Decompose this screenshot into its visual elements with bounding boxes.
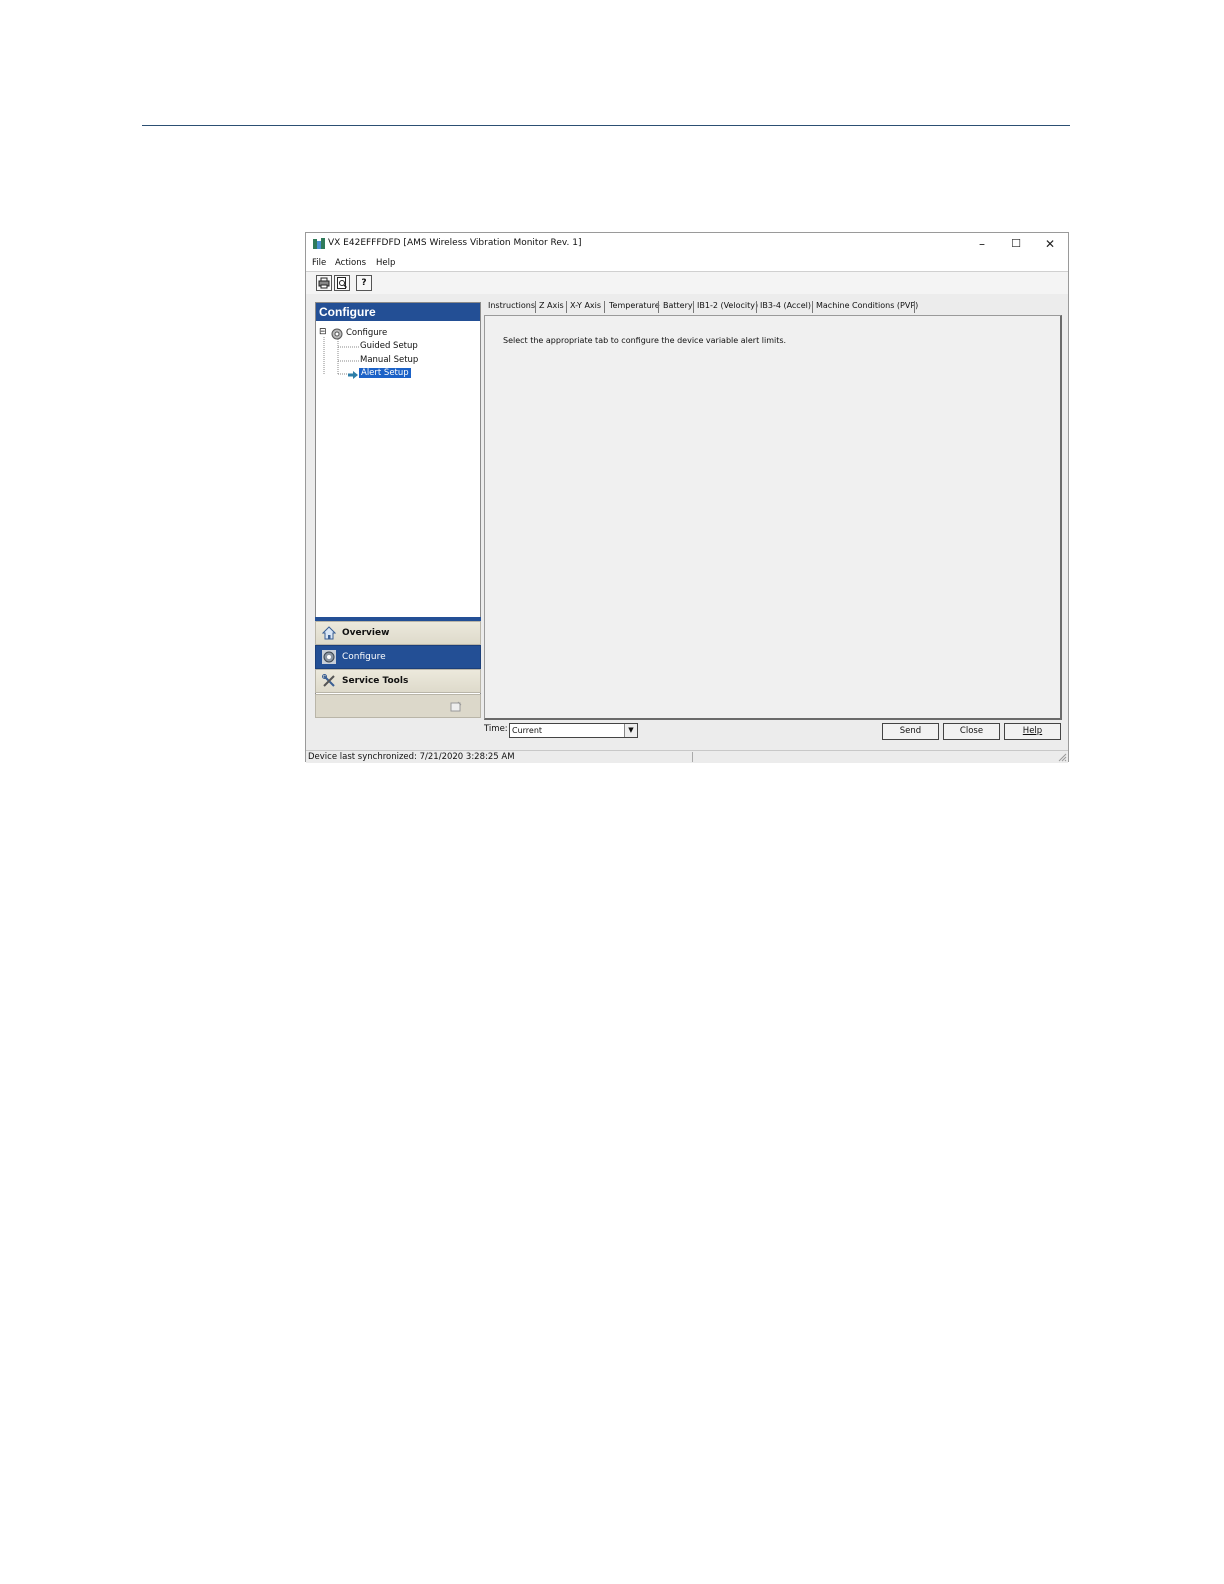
menu-actions[interactable]: Actions bbox=[335, 258, 366, 268]
status-divider bbox=[692, 752, 693, 762]
tab-divider bbox=[566, 301, 567, 313]
resize-grip-icon[interactable] bbox=[1057, 752, 1067, 762]
window-title: VX E42EFFFDFD [AMS Wireless Vibration Mo… bbox=[328, 238, 582, 248]
context-help-icon: ? bbox=[361, 278, 367, 288]
tab-battery[interactable]: Battery bbox=[663, 301, 693, 310]
tab-divider bbox=[693, 301, 694, 313]
tab-instructions[interactable]: Instructions bbox=[488, 301, 535, 310]
close-button[interactable]: Close bbox=[943, 723, 1000, 740]
tab-content-panel: Select the appropriate tab to configure … bbox=[484, 315, 1062, 720]
help-button[interactable]: Help bbox=[1004, 723, 1061, 740]
menu-bar: File Actions Help bbox=[306, 255, 1068, 270]
time-select-value: Current bbox=[512, 726, 543, 735]
toolbar: ? bbox=[306, 271, 1068, 295]
tab-x-y-axis[interactable]: X-Y Axis bbox=[570, 301, 601, 310]
chevron-down-icon[interactable]: ▼ bbox=[624, 724, 637, 737]
nav-overview-button[interactable]: Overview bbox=[315, 621, 481, 645]
tree-expander[interactable]: ⊟ bbox=[319, 327, 327, 337]
gear-icon bbox=[322, 650, 336, 664]
panel-header: Configure bbox=[316, 303, 480, 321]
maximize-button[interactable]: ☐ bbox=[1004, 236, 1028, 252]
nav-service-tools-label: Service Tools bbox=[342, 676, 409, 686]
print-preview-button[interactable] bbox=[334, 275, 350, 291]
tab-ib1-2-velocity[interactable]: IB1-2 (Velocity) bbox=[697, 301, 758, 310]
nav-service-tools-button[interactable]: Service Tools bbox=[315, 669, 481, 693]
tab-divider bbox=[756, 301, 757, 313]
tab-strip: Instructions Z Axis X-Y Axis Temperature… bbox=[484, 300, 1064, 314]
minimize-button[interactable]: – bbox=[970, 236, 994, 252]
tab-machine-conditions[interactable]: Machine Conditions (PVP) bbox=[816, 301, 918, 310]
nav-overview-label: Overview bbox=[342, 628, 390, 638]
tree-item-manual-setup[interactable]: Manual Setup bbox=[360, 355, 418, 365]
tree-item-alert-setup[interactable]: Alert Setup bbox=[359, 368, 411, 378]
tab-temperature[interactable]: Temperature bbox=[609, 301, 660, 310]
arrow-right-icon bbox=[348, 371, 358, 379]
app-icon bbox=[313, 238, 325, 249]
tree-item-guided-setup[interactable]: Guided Setup bbox=[360, 341, 418, 351]
device-window: VX E42EFFFDFD [AMS Wireless Vibration Mo… bbox=[305, 232, 1069, 763]
print-icon bbox=[318, 277, 330, 289]
time-label: Time: bbox=[484, 724, 508, 734]
tools-icon bbox=[322, 674, 335, 687]
configure-buttons-icon[interactable] bbox=[450, 701, 462, 713]
tab-divider bbox=[535, 301, 536, 313]
tab-divider bbox=[658, 301, 659, 313]
gear-icon bbox=[331, 328, 343, 340]
status-sync-text: Device last synchronized: 7/21/2020 3:28… bbox=[308, 752, 515, 762]
menu-file[interactable]: File bbox=[312, 258, 326, 268]
instructions-text: Select the appropriate tab to configure … bbox=[503, 336, 787, 345]
tab-divider bbox=[604, 301, 605, 313]
nav-footer bbox=[315, 694, 481, 718]
tab-ib3-4-accel[interactable]: IB3-4 (Accel) bbox=[760, 301, 811, 310]
tab-divider bbox=[914, 301, 915, 313]
nav-configure-button[interactable]: Configure bbox=[315, 645, 481, 669]
home-icon bbox=[322, 626, 336, 640]
close-window-button[interactable]: ✕ bbox=[1038, 236, 1062, 252]
context-help-button[interactable]: ? bbox=[356, 275, 372, 291]
menu-help[interactable]: Help bbox=[376, 258, 395, 268]
tab-divider bbox=[812, 301, 813, 313]
tab-z-axis[interactable]: Z Axis bbox=[539, 301, 564, 310]
status-bar: Device last synchronized: 7/21/2020 3:28… bbox=[306, 750, 1068, 763]
time-select[interactable]: Current ▼ bbox=[509, 723, 638, 738]
tree-item-configure[interactable]: Configure bbox=[346, 328, 387, 338]
page-header-rule bbox=[142, 125, 1070, 126]
print-preview-icon bbox=[337, 277, 347, 289]
send-button[interactable]: Send bbox=[882, 723, 939, 740]
title-bar: VX E42EFFFDFD [AMS Wireless Vibration Mo… bbox=[306, 233, 1068, 255]
print-button[interactable] bbox=[316, 275, 332, 291]
nav-configure-label: Configure bbox=[342, 652, 386, 662]
